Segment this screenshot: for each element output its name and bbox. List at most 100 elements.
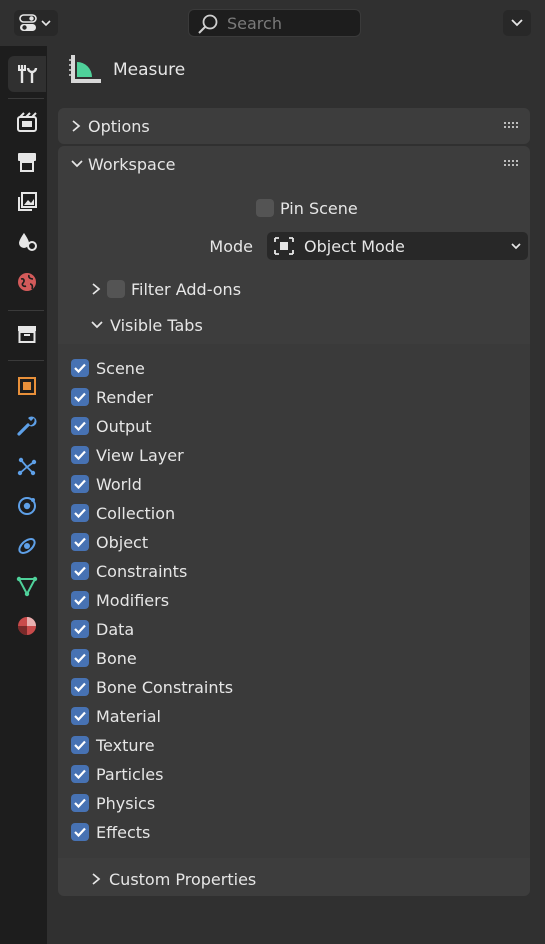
checkmark-icon (74, 595, 86, 606)
visible-tab-label: Physics (96, 793, 156, 813)
visible-tab-label: Effects (96, 822, 151, 842)
visible-tab-item[interactable]: Output (71, 412, 152, 440)
visible-tab-item[interactable]: Modifiers (71, 586, 169, 614)
checkmark-icon (74, 508, 86, 519)
visible-tab-item[interactable]: Bone (71, 644, 137, 672)
checkmark-icon (74, 479, 86, 490)
visible-tab-checkbox[interactable] (71, 620, 89, 638)
chevron-down-icon (511, 243, 521, 250)
tab-tool[interactable] (8, 56, 46, 92)
visible-tab-checkbox[interactable] (71, 359, 89, 377)
visible-tab-label: Particles (96, 764, 164, 784)
tab-world[interactable] (8, 264, 46, 300)
tab-output[interactable] (8, 144, 46, 180)
visible-tab-checkbox[interactable] (71, 475, 89, 493)
visible-tab-checkbox[interactable] (71, 591, 89, 609)
visible-tab-item[interactable]: Bone Constraints (71, 673, 233, 701)
visible-tab-label: Modifiers (96, 590, 170, 610)
visible-tab-item[interactable]: Effects (71, 818, 150, 846)
visible-tab-label: Object (96, 532, 149, 552)
mode-label-row: Mode (148, 232, 253, 260)
visible-tab-item[interactable]: Collection (71, 499, 175, 527)
visible-tab-checkbox[interactable] (71, 823, 89, 841)
visible-tab-item[interactable]: Object (71, 528, 148, 556)
visible-tab-checkbox[interactable] (71, 707, 89, 725)
workspace-panel-title: Workspace (88, 154, 176, 174)
visible-tab-checkbox[interactable] (71, 765, 89, 783)
tab-collection[interactable] (8, 316, 46, 352)
visible-tab-label: Scene (96, 358, 145, 378)
material-icon (18, 617, 36, 635)
visible-tab-item[interactable]: Data (71, 615, 134, 643)
visible-tab-label: View Layer (96, 445, 184, 465)
visible-tab-checkbox[interactable] (71, 417, 89, 435)
visible-tab-checkbox[interactable] (71, 649, 89, 667)
visible-tab-item[interactable]: Material (71, 702, 161, 730)
checkmark-icon (74, 769, 86, 780)
pin-scene-row[interactable]: Pin Scene (256, 198, 358, 218)
tab-data[interactable] (8, 568, 46, 604)
tab-scene[interactable] (8, 224, 46, 260)
visible-tab-checkbox[interactable] (71, 736, 89, 754)
checkmark-icon (74, 392, 86, 403)
tool-title: Measure (113, 60, 186, 80)
visible-tab-label: Render (96, 387, 153, 407)
visible-tab-checkbox[interactable] (71, 562, 89, 580)
visible-tab-item[interactable]: View Layer (71, 441, 184, 469)
search-field[interactable]: Search (188, 9, 361, 37)
particles-icon (17, 457, 37, 476)
tab-physics[interactable] (8, 488, 46, 524)
tab-view-layer[interactable] (8, 184, 46, 220)
tool-icon (18, 65, 38, 83)
visible-tab-item[interactable]: Render (71, 383, 153, 411)
filter-addons-row[interactable]: Filter Add-ons (90, 277, 241, 301)
object-mode-icon (274, 237, 294, 255)
tab-render[interactable] (8, 104, 46, 140)
visible-tab-item[interactable]: Texture (71, 731, 155, 759)
visible-tab-checkbox[interactable] (71, 794, 89, 812)
checkmark-icon (74, 566, 86, 577)
tab-material[interactable] (8, 608, 46, 644)
visible-tab-item[interactable]: World (71, 470, 142, 498)
checkmark-icon (74, 624, 86, 635)
options-panel-header[interactable]: Options (58, 108, 530, 144)
tab-constraints[interactable] (8, 528, 46, 564)
tab-object[interactable] (8, 368, 46, 404)
tab-modifiers[interactable] (8, 408, 46, 444)
drag-grip-icon[interactable] (504, 122, 520, 130)
chevron-down-icon (511, 19, 523, 27)
editor-type-button[interactable] (14, 10, 58, 36)
options-dropdown-button[interactable] (503, 10, 531, 36)
visible-tab-checkbox[interactable] (71, 504, 89, 522)
constraints-icon (18, 538, 36, 554)
visible-tab-item[interactable]: Constraints (71, 557, 187, 585)
visible-tab-item[interactable]: Physics (71, 789, 155, 817)
visible-tab-checkbox[interactable] (71, 533, 89, 551)
scene-icon (19, 233, 37, 251)
tab-particles[interactable] (8, 448, 46, 484)
render-icon (17, 112, 37, 132)
visible-tab-checkbox[interactable] (71, 678, 89, 696)
drag-grip-icon[interactable] (504, 160, 520, 168)
workspace-panel-header[interactable]: Workspace (58, 146, 530, 182)
pin-scene-checkbox[interactable] (256, 199, 274, 217)
measure-tool-icon (69, 55, 101, 83)
object-icon (18, 377, 36, 395)
view-layer-icon (18, 192, 37, 211)
visible-tab-label: Bone Constraints (96, 677, 234, 697)
visible-tab-item[interactable]: Scene (71, 354, 145, 382)
mode-select[interactable]: Object Mode (267, 232, 528, 260)
filter-addons-checkbox[interactable] (107, 280, 125, 298)
visible-tab-label: Data (96, 619, 135, 639)
visible-tab-label: Constraints (96, 561, 188, 581)
visible-tab-item[interactable]: Particles (71, 760, 163, 788)
visible-tabs-header[interactable]: Visible Tabs (90, 313, 203, 337)
visible-tab-checkbox[interactable] (71, 388, 89, 406)
properties-main: Measure Options Workspace Pin Scene Mode… (47, 46, 545, 944)
checkmark-icon (74, 682, 86, 693)
chevron-down-icon (71, 160, 83, 168)
tab-separator (8, 310, 44, 311)
visible-tabs-label: Visible Tabs (110, 315, 203, 335)
custom-properties-header[interactable]: Custom Properties (90, 867, 256, 891)
visible-tab-checkbox[interactable] (71, 446, 89, 464)
